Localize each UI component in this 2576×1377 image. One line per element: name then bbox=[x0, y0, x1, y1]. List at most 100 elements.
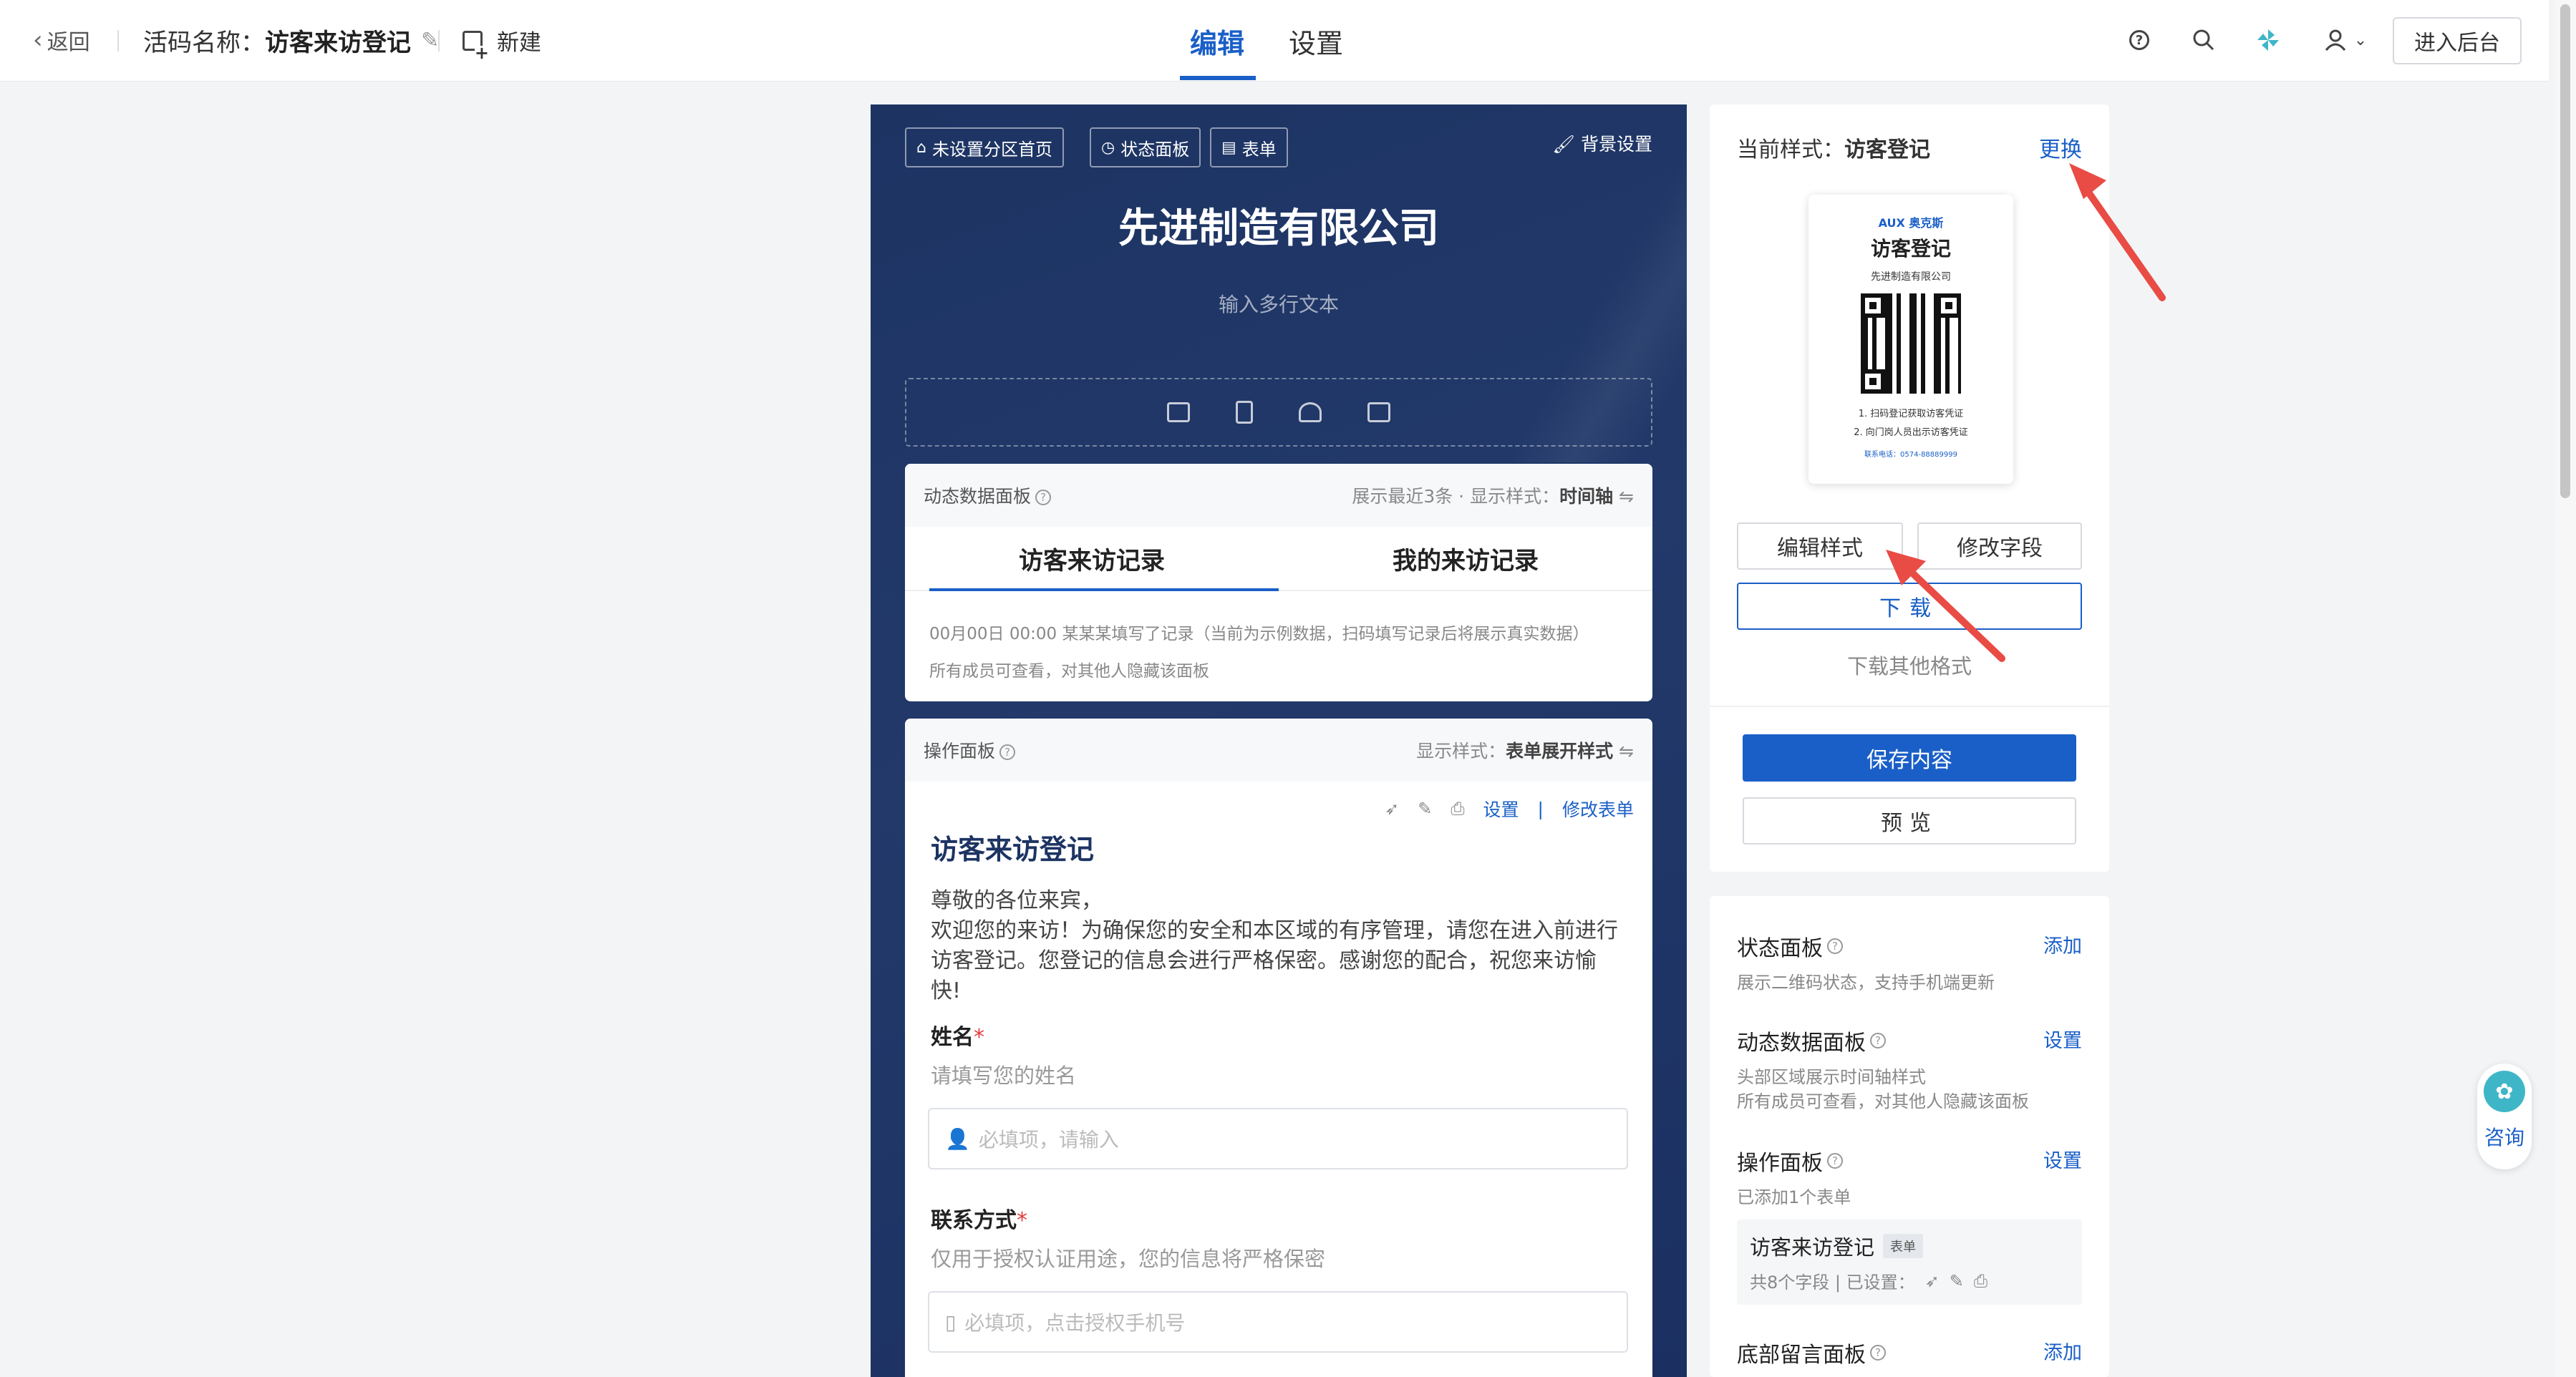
swap-icon: ⇋ bbox=[1619, 486, 1634, 507]
edit-style-button[interactable]: 编辑样式 bbox=[1737, 522, 1903, 570]
thumbnail-brand: AUX 奥克斯 bbox=[1878, 216, 1944, 230]
dynamic-panel-display-style[interactable]: 展示最近3条 · 显示样式：时间轴 ⇋ bbox=[1352, 482, 1634, 508]
operation-panel-display-style[interactable]: 显示样式：表单展开样式 ⇋ bbox=[1416, 737, 1634, 763]
edit-form-link[interactable]: 修改表单 bbox=[1562, 796, 1634, 822]
operation-panel-settings-link[interactable]: 设置 bbox=[2043, 1145, 2082, 1173]
new-button[interactable]: 新建 bbox=[463, 24, 541, 60]
consult-float-button[interactable]: ✿ 咨询 bbox=[2477, 1064, 2532, 1169]
rocket-icon[interactable]: ➶ bbox=[1385, 799, 1399, 819]
background-settings[interactable]: 🖌 背景设置 bbox=[1552, 130, 1652, 156]
form-item[interactable]: 访客来访登记 表单 共8个字段 | 已设置： ➶ ✎ ⎙ bbox=[1737, 1220, 2082, 1305]
help-icon[interactable]: ? bbox=[1870, 1345, 1886, 1361]
section-desc: 头部区域展示时间轴样式 所有成员可查看，对其他人隐藏该面板 bbox=[1737, 1067, 2029, 1111]
section-desc: 展示二维码状态，支持手机端更新 bbox=[1737, 973, 1995, 993]
title-name: 访客来访登记 bbox=[265, 29, 411, 57]
file-icon[interactable] bbox=[1236, 401, 1253, 424]
section-desc: 已添加1个表单 bbox=[1737, 1187, 1851, 1207]
preview-button[interactable]: 预览 bbox=[1743, 797, 2076, 845]
qr-code bbox=[1861, 293, 1961, 394]
divider bbox=[438, 30, 440, 52]
dynamic-panel-header: 动态数据面板? 展示最近3条 · 显示样式：时间轴 ⇋ bbox=[905, 464, 1652, 527]
back-button[interactable]: ‹ 返回 bbox=[33, 24, 90, 56]
thumbnail-title: 访客登记 bbox=[1870, 237, 1951, 261]
edit-pencil-icon[interactable]: ✎ bbox=[421, 28, 439, 53]
chip-label: 未设置分区首页 bbox=[931, 139, 1052, 160]
visibility-note: 所有成员可查看，对其他人隐藏该面板 bbox=[929, 662, 1209, 681]
download-other-formats-link[interactable]: 下载其他格式 bbox=[1710, 650, 2109, 680]
thumbnail-steps: 1. 扫码登记获取访客凭证 2. 向门岗人员出示访客凭证 bbox=[1854, 409, 1968, 438]
help-icon[interactable]: ? bbox=[1035, 490, 1052, 505]
help-icon[interactable]: ? bbox=[2126, 27, 2152, 53]
new-label: 新建 bbox=[497, 30, 541, 56]
home-icon: ⌂ bbox=[916, 138, 926, 157]
thumbnail-company: 先进制造有限公司 bbox=[1871, 271, 1951, 283]
top-bar: ‹ 返回 活码名称： 访客来访登记 ✎ 新建 编辑 设置 ? ⌄ 进入后台 bbox=[0, 0, 2549, 82]
form-item-name: 访客来访登记 bbox=[1750, 1235, 1875, 1260]
user-menu[interactable]: ⌄ bbox=[2317, 27, 2374, 53]
scrollbar-thumb[interactable] bbox=[2560, 4, 2570, 498]
chip-status-panel[interactable]: ◷ 状态面板 bbox=[1090, 127, 1201, 167]
help-icon[interactable]: ? bbox=[999, 744, 1016, 760]
dynamic-data-panel: 动态数据面板? 展示最近3条 · 显示样式：时间轴 ⇋ 访客来访记录 我的来访记… bbox=[905, 464, 1652, 701]
timeline-log: 00月00日 00:00 某某某填写了记录（当前为示例数据，扫码填写记录后将展示… bbox=[905, 591, 1652, 701]
pinwheel-logo-icon[interactable] bbox=[2255, 27, 2281, 53]
field-label-contact: 联系方式* bbox=[931, 1208, 1027, 1233]
user-icon bbox=[2325, 29, 2345, 51]
edit-doc-icon[interactable]: ✎ bbox=[1950, 1271, 1964, 1291]
change-style-link[interactable]: 更换 bbox=[2039, 132, 2082, 163]
help-icon[interactable]: ? bbox=[1870, 1033, 1886, 1048]
search-icon[interactable] bbox=[2191, 27, 2217, 53]
form-toolbar: ➶ ✎ ⎙ 设置 | 修改表单 bbox=[1385, 796, 1634, 822]
phone-input-placeholder: 必填项，点击授权手机号 bbox=[964, 1311, 1186, 1335]
download-button[interactable]: 下载 bbox=[1737, 583, 2082, 630]
phone-input[interactable]: ▯ 必填项，点击授权手机号 bbox=[928, 1291, 1628, 1353]
operation-panel: 操作面板? 显示样式：表单展开样式 ⇋ ➶ ✎ ⎙ 设置 | 修改表单 访客来访… bbox=[905, 719, 1652, 1377]
section-bottom-message-panel: 底部留言面板? 添加 bbox=[1737, 1337, 2082, 1368]
edit-doc-icon[interactable]: ✎ bbox=[1418, 799, 1432, 819]
media-upload-zone[interactable] bbox=[905, 378, 1652, 447]
pinwheel-logo-icon: ✿ bbox=[2484, 1071, 2525, 1112]
add-status-panel-link[interactable]: 添加 bbox=[2043, 930, 2082, 958]
form-tag: 表单 bbox=[1883, 1234, 1924, 1258]
add-message-panel-link[interactable]: 添加 bbox=[2043, 1337, 2082, 1365]
company-name[interactable]: 先进制造有限公司 bbox=[871, 196, 1687, 254]
rocket-icon[interactable]: ➶ bbox=[1925, 1271, 1940, 1291]
dynamic-panel-settings-link[interactable]: 设置 bbox=[2043, 1025, 2082, 1053]
chevron-left-icon: ‹ bbox=[33, 26, 43, 54]
image-icon[interactable] bbox=[1167, 402, 1190, 422]
enter-backend-button[interactable]: 进入后台 bbox=[2393, 17, 2522, 64]
current-style: 当前样式：访客登记 bbox=[1737, 137, 1930, 162]
thumbnail-footer: 联系电话：0574-88889999 bbox=[1864, 451, 1957, 459]
style-thumbnail[interactable]: AUX 奥克斯 访客登记 先进制造有限公司 1. 扫码登记获取访客凭证 2. 向… bbox=[1808, 195, 2013, 484]
divider bbox=[117, 30, 119, 52]
field-label-name: 姓名* bbox=[931, 1025, 984, 1050]
new-file-icon bbox=[463, 30, 489, 60]
consult-label: 咨询 bbox=[2484, 1126, 2524, 1149]
tab-edit[interactable]: 编辑 bbox=[1190, 21, 1244, 61]
section-title: 动态数据面板 bbox=[1737, 1031, 1866, 1056]
save-content-button[interactable]: 保存内容 bbox=[1743, 734, 2076, 782]
tab-visitor-records[interactable]: 访客来访记录 bbox=[905, 527, 1279, 591]
modify-fields-button[interactable]: 修改字段 bbox=[1917, 522, 2082, 570]
swap-icon: ⇋ bbox=[1619, 741, 1634, 762]
chip-label: 表单 bbox=[1241, 139, 1277, 160]
chip-home-section[interactable]: ⌂ 未设置分区首页 bbox=[905, 127, 1064, 167]
music-icon[interactable] bbox=[1299, 402, 1322, 422]
print-icon[interactable]: ⎙ bbox=[1451, 799, 1464, 819]
help-icon[interactable]: ? bbox=[1827, 938, 1843, 954]
name-input[interactable]: 👤 必填项，请输入 bbox=[928, 1108, 1628, 1169]
page-scrollbar[interactable] bbox=[2555, 0, 2576, 1377]
tab-my-records[interactable]: 我的来访记录 bbox=[1279, 527, 1652, 590]
user-icon: 👤 bbox=[945, 1127, 970, 1151]
chip-form[interactable]: ▤ 表单 bbox=[1210, 127, 1288, 167]
video-icon[interactable] bbox=[1367, 402, 1390, 422]
tab-settings[interactable]: 设置 bbox=[1289, 21, 1343, 61]
dynamic-panel-title: 动态数据面板 bbox=[924, 486, 1032, 507]
help-icon[interactable]: ? bbox=[1827, 1153, 1843, 1169]
section-status-panel: 状态面板? 添加 展示二维码状态，支持手机端更新 bbox=[1737, 930, 2082, 995]
tab-active-indicator bbox=[1180, 76, 1256, 80]
multiline-text-placeholder[interactable]: 输入多行文本 bbox=[871, 289, 1687, 318]
form-item-meta: 共8个字段 | 已设置： bbox=[1750, 1273, 1915, 1293]
settings-link[interactable]: 设置 bbox=[1483, 796, 1519, 822]
print-icon[interactable]: ⎙ bbox=[1974, 1271, 1987, 1291]
